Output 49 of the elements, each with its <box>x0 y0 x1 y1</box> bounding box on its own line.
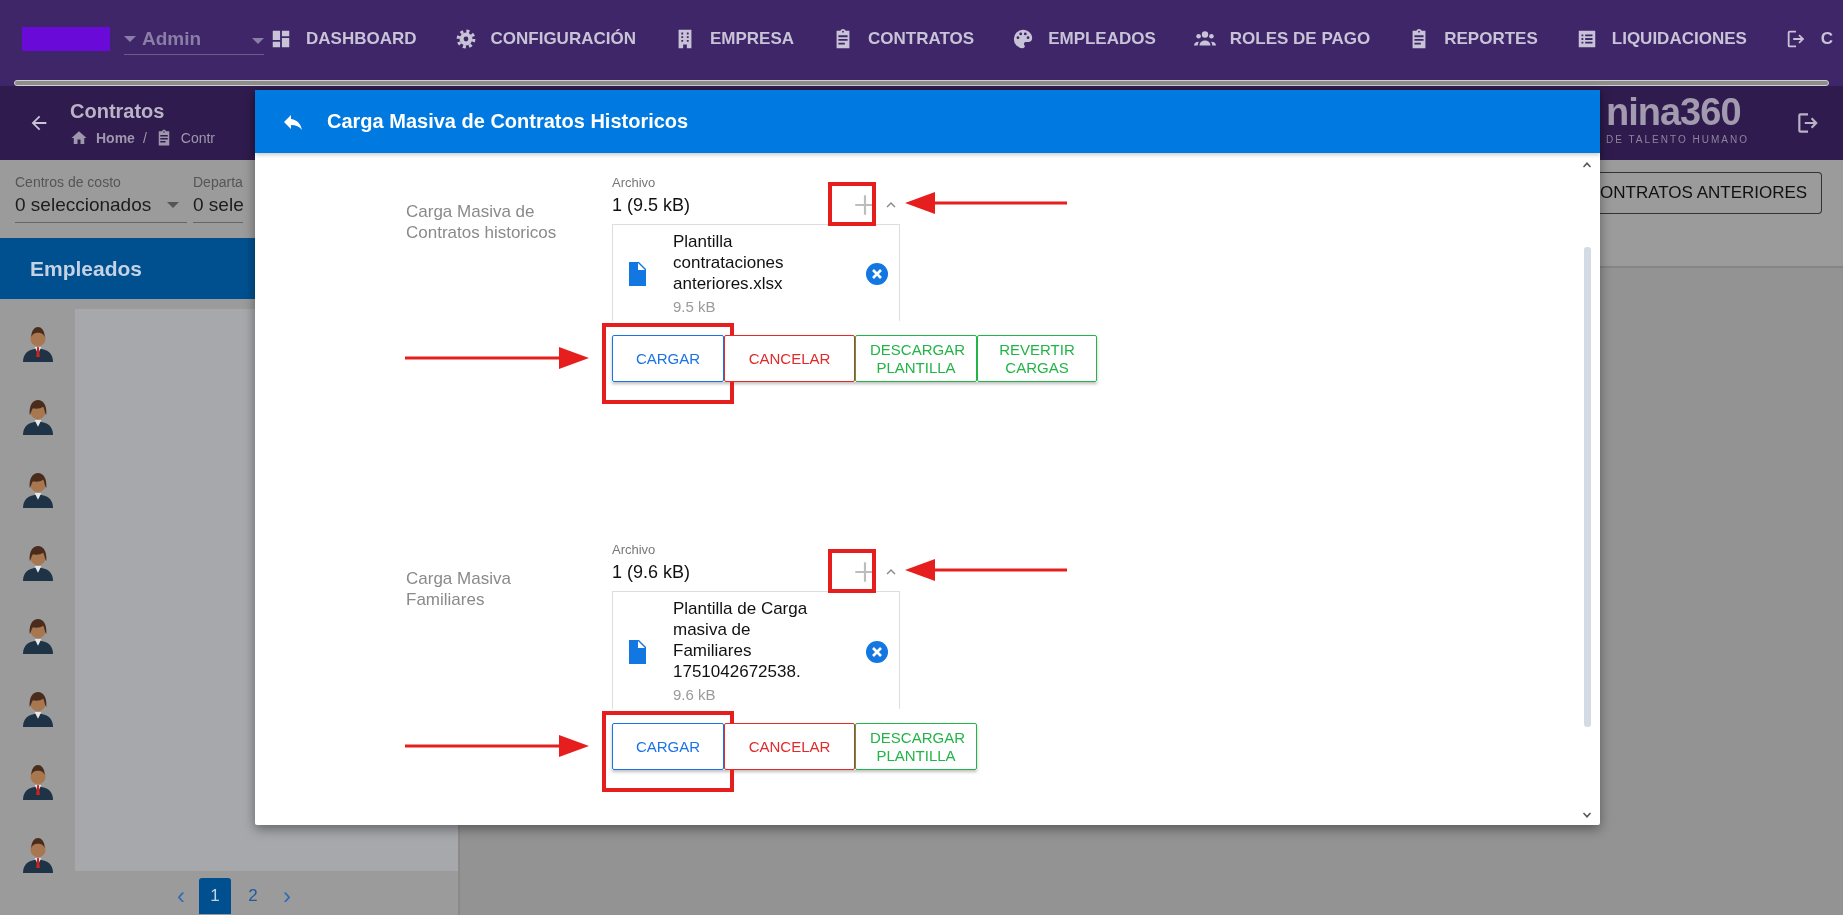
nav-link[interactable]: C <box>1784 28 1834 50</box>
revert-button[interactable]: REVERTIR CARGAS <box>977 335 1097 382</box>
file-count-value: 1 (9.5 kB) <box>612 194 692 216</box>
nav-link[interactable]: DASHBOARD <box>270 28 417 50</box>
nav-link[interactable]: LIQUIDACIONES <box>1575 28 1747 50</box>
filter-label: Centros de costo <box>15 174 122 190</box>
logo-tagline: DE TALENTO HUMANO <box>1606 134 1749 145</box>
nav-link[interactable]: CONFIGURACIÓN <box>454 28 636 50</box>
file-size: 9.6 kB <box>673 685 717 705</box>
scrollbar-thumb[interactable] <box>1583 247 1591 727</box>
scrollbar[interactable] <box>14 80 1829 86</box>
logo-text: nina360 <box>1606 92 1742 132</box>
file-size: 9.5 kB <box>673 297 717 317</box>
nav-link[interactable]: ROLES DE PAGO <box>1193 28 1371 50</box>
modal-title: Carga Masiva de Contratos Historicos <box>327 110 689 133</box>
dashboard-icon <box>270 28 292 50</box>
remove-icon[interactable] <box>865 262 889 286</box>
previous-contracts-button[interactable]: ONTRATOS ANTERIORES <box>1600 172 1823 214</box>
user-dropdown[interactable]: Admin <box>124 23 264 55</box>
file-name: Plantilla de Carga masiva de Familiares 1751042672538. <box>673 599 808 681</box>
file-name: Plantilla contrataciones anteriores.xlsx <box>673 232 784 293</box>
remove-icon[interactable] <box>865 639 889 664</box>
filter-dropdown[interactable]: 0 sele <box>193 194 243 223</box>
nav-link[interactable]: CONTRATOS <box>832 28 975 50</box>
download-template-button[interactable]: DESCARGAR PLANTILLA <box>855 335 977 382</box>
cancel-button[interactable]: CANCELAR <box>724 335 855 382</box>
download-template-button[interactable]: DESCARGAR PLANTILLA <box>855 723 977 770</box>
document-icon <box>627 262 647 286</box>
palette-icon <box>1012 28 1035 50</box>
filter-dropdown[interactable]: 0 seleccionados <box>15 194 187 223</box>
cancel-button[interactable]: CANCELAR <box>724 723 855 770</box>
filter-label: Departa <box>193 174 243 190</box>
upload-button[interactable]: CARGAR <box>612 723 724 770</box>
breadcrumb-separator: / <box>142 129 147 146</box>
breadcrumb-current: Contr <box>180 129 216 146</box>
document-icon <box>627 639 647 664</box>
nav-link[interactable]: REPORTES <box>1408 28 1538 50</box>
settings-icon <box>454 28 477 50</box>
nav-link[interactable]: EMPLEADOS <box>1012 28 1156 50</box>
page-button[interactable]: 1 <box>199 878 231 915</box>
breadcrumb-link[interactable]: Home <box>96 129 135 146</box>
nav-link[interactable]: EMPRESA <box>673 28 795 50</box>
file-count-value: 1 (9.6 kB) <box>612 561 692 583</box>
upload-button[interactable]: CARGAR <box>612 335 724 382</box>
field-label: Archivo <box>612 542 657 557</box>
page-title: Contratos <box>70 99 166 123</box>
field-label: Archivo <box>612 175 657 190</box>
scroll-down-icon[interactable] <box>1582 811 1592 819</box>
section-label: Carga Masiva Familiares <box>406 568 512 610</box>
